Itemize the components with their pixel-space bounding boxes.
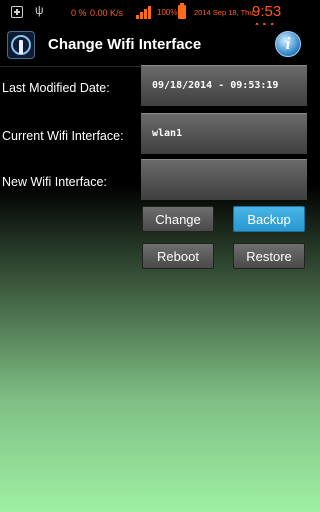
network-speed: 0.00 K/s	[90, 8, 124, 18]
info-icon[interactable]: i	[275, 31, 301, 57]
restore-button[interactable]: Restore	[233, 243, 305, 269]
action-bar: Change Wifi Interface i	[0, 25, 307, 67]
status-percent-text: 0 %	[71, 8, 87, 18]
new-interface-input[interactable]	[141, 159, 307, 200]
last-modified-value: 09/18/2014 - 09:53:19	[141, 65, 307, 106]
status-bar: ψ 0 % 0.00 K/s 100% 2014 Sep 18, Thu 9:5…	[0, 0, 307, 37]
wifi-app-icon	[7, 31, 35, 59]
reboot-button[interactable]: Reboot	[142, 243, 214, 269]
status-date: 2014 Sep 18, Thu	[194, 8, 254, 17]
usb-icon: ψ	[35, 3, 44, 17]
change-button[interactable]: Change	[142, 206, 214, 232]
signal-icon	[136, 6, 152, 19]
add-notification-icon	[11, 6, 23, 18]
current-interface-value: wlan1	[141, 113, 307, 154]
backup-button[interactable]: Backup	[233, 206, 305, 232]
last-modified-label: Last Modified Date:	[2, 81, 110, 95]
current-interface-label: Current Wifi Interface:	[2, 129, 124, 143]
new-interface-label: New Wifi Interface:	[2, 175, 107, 189]
page-title: Change Wifi Interface	[48, 36, 202, 53]
battery-icon	[178, 3, 186, 19]
battery-level: 100%	[157, 8, 178, 17]
